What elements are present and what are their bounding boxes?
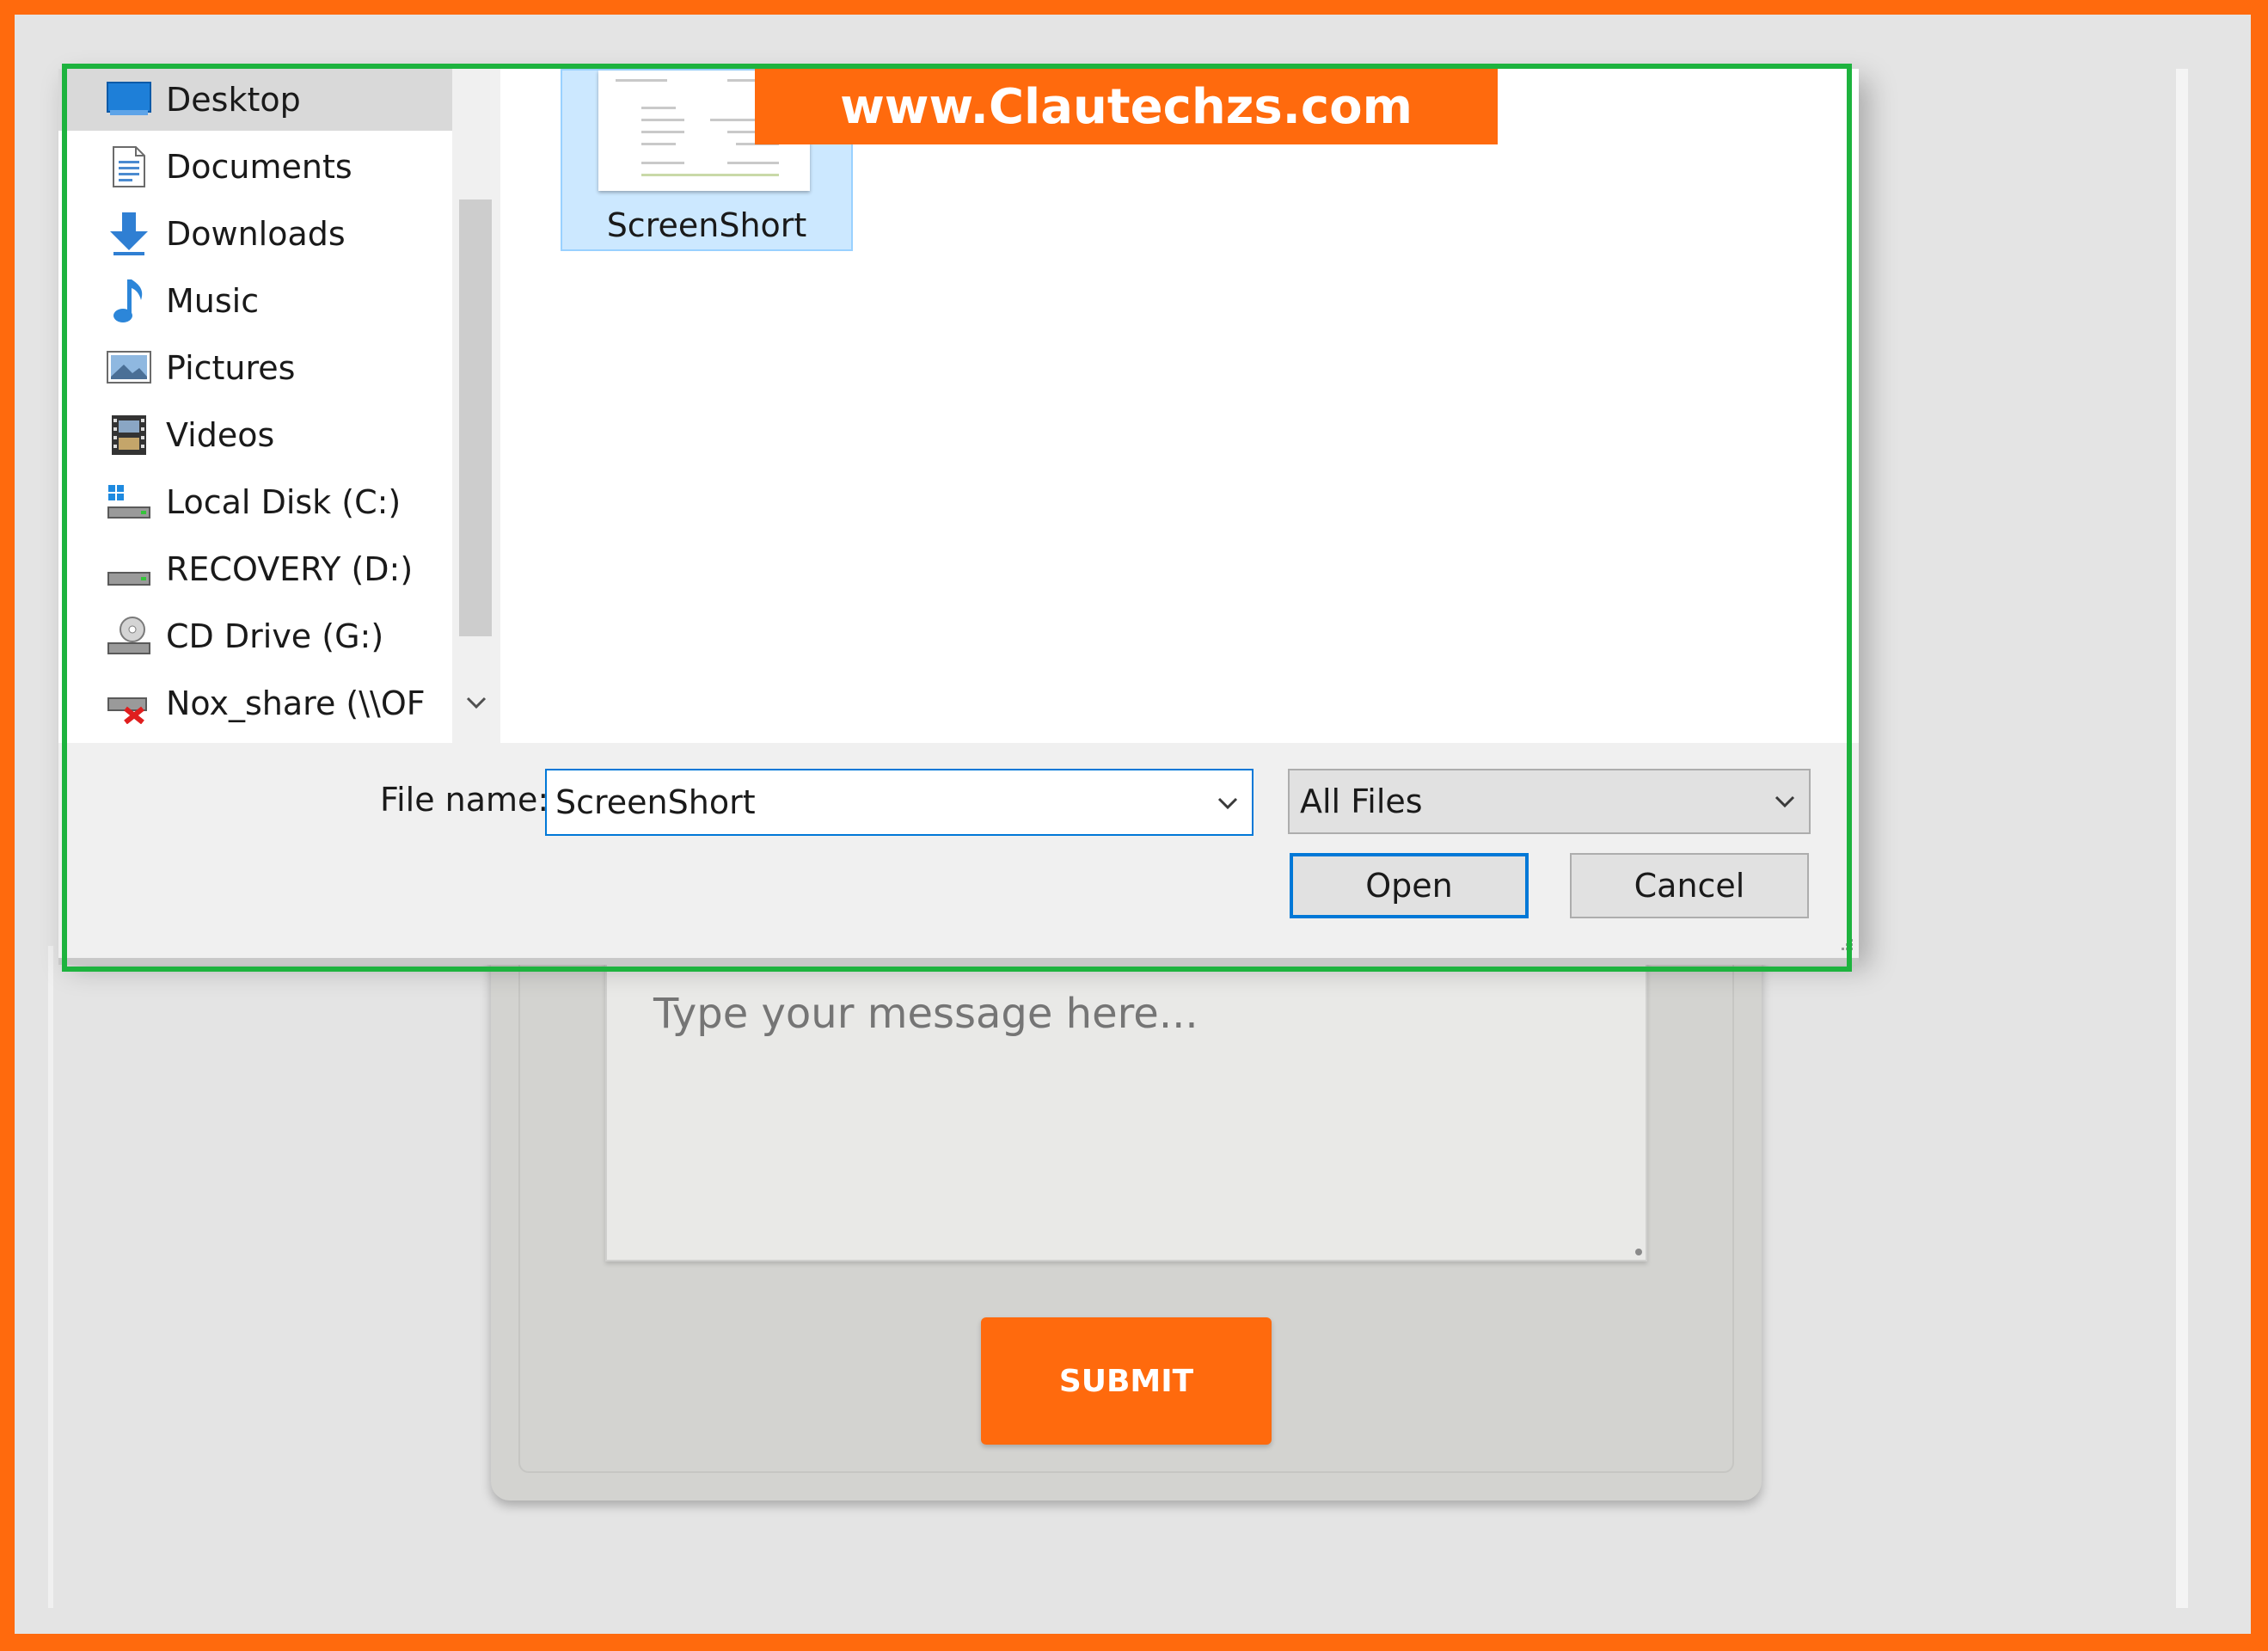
nav-item-recovery-d[interactable]: RECOVERY (D:)	[58, 538, 452, 600]
open-button[interactable]: Open	[1290, 853, 1529, 918]
file-name-input[interactable]	[555, 777, 1192, 827]
dialog-bottom-border	[58, 958, 1859, 965]
nav-item-label: Music	[166, 282, 260, 320]
nav-item-documents[interactable]: Documents	[58, 136, 452, 198]
page-scrollbar-track	[2176, 69, 2188, 1608]
nav-item-label: RECOVERY (D:)	[166, 550, 414, 588]
file-type-select[interactable]: All Files	[1288, 769, 1811, 834]
message-textarea[interactable]	[605, 959, 1647, 1261]
local-disk-icon	[107, 480, 151, 525]
nav-item-nox-share[interactable]: Nox_share (\\OF	[58, 672, 452, 734]
nav-item-downloads[interactable]: Downloads	[58, 203, 452, 265]
nav-item-label: Videos	[166, 416, 275, 454]
textarea-resize-grip[interactable]	[1635, 1249, 1642, 1255]
page-edge	[48, 946, 53, 1608]
nav-item-pictures[interactable]: Pictures	[58, 337, 452, 399]
resize-grip-icon[interactable]	[1838, 937, 1854, 953]
navigation-scrollbar[interactable]	[452, 69, 500, 743]
cd-drive-icon	[107, 614, 151, 659]
scrollbar-thumb[interactable]	[459, 199, 492, 636]
nav-item-label: Pictures	[166, 349, 296, 387]
videos-icon	[107, 413, 151, 457]
submit-button[interactable]: SUBMIT	[981, 1317, 1272, 1445]
chevron-down-icon	[1771, 788, 1799, 815]
downloads-icon	[107, 212, 151, 256]
nav-item-label: Downloads	[166, 215, 346, 253]
nav-item-desktop[interactable]: Desktop	[58, 69, 452, 131]
file-open-dialog: Desktop Documents Downloads Music Pictur	[58, 69, 1859, 958]
nav-item-local-disk-c[interactable]: Local Disk (C:)	[58, 471, 452, 533]
drive-icon	[107, 547, 151, 592]
chevron-down-icon[interactable]	[461, 688, 492, 722]
file-name-label: ScreenShort	[606, 206, 807, 244]
network-drive-disconnected-icon	[107, 681, 151, 726]
navigation-pane: Desktop Documents Downloads Music Pictur	[58, 69, 452, 743]
watermark-banner: www.Clautechzs.com	[755, 69, 1498, 144]
desktop-icon	[107, 77, 151, 122]
music-icon	[107, 279, 151, 323]
file-name-combobox[interactable]	[545, 769, 1254, 836]
file-list-pane: ScreenShort	[500, 69, 1859, 743]
nav-item-videos[interactable]: Videos	[58, 404, 452, 466]
cancel-button[interactable]: Cancel	[1570, 853, 1809, 918]
nav-item-music[interactable]: Music	[58, 270, 452, 332]
nav-item-label: Local Disk (C:)	[166, 483, 401, 521]
chevron-down-icon[interactable]	[1214, 789, 1241, 817]
nav-item-cd-drive-g[interactable]: CD Drive (G:)	[58, 605, 452, 667]
nav-item-label: Documents	[166, 148, 352, 186]
nav-item-label: Desktop	[166, 81, 301, 119]
nav-item-label: Nox_share (\\OF	[166, 684, 426, 722]
file-type-value: All Files	[1300, 783, 1423, 820]
file-name-label: File name:	[380, 781, 549, 819]
pictures-icon	[107, 346, 151, 390]
documents-icon	[107, 144, 151, 189]
nav-item-label: CD Drive (G:)	[166, 617, 384, 655]
